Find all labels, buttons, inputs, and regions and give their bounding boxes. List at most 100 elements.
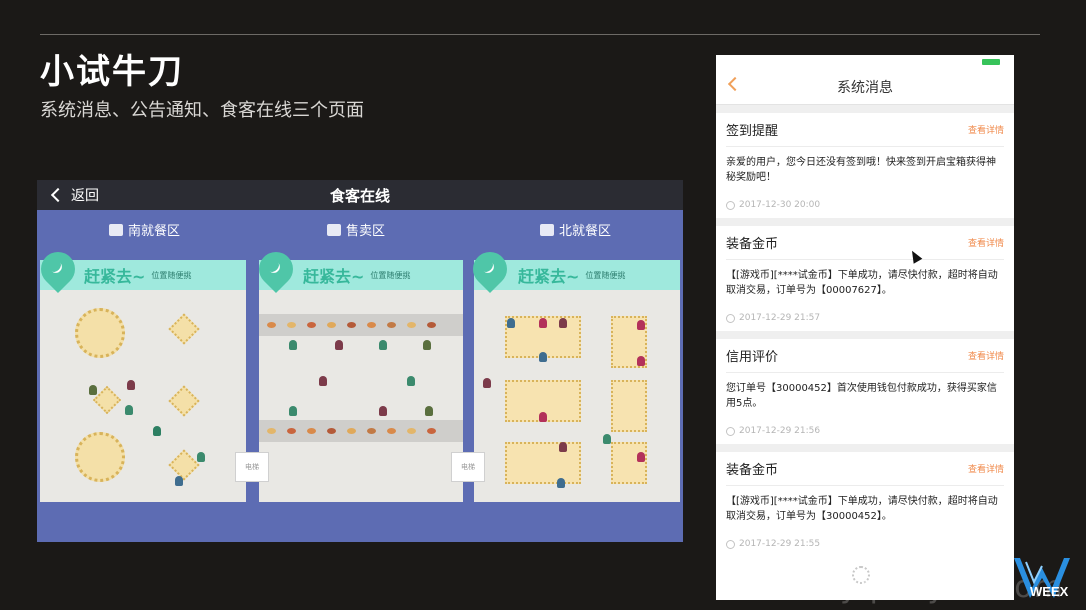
dish — [287, 428, 296, 434]
diner — [539, 412, 547, 422]
clock-icon — [726, 200, 735, 210]
zone-label-south[interactable]: 南就餐区 — [109, 220, 180, 239]
elevator: 电梯 — [235, 452, 269, 482]
message-body: 您订单号【30000452】首次使用钱包付款成功，获得买家信用5点。 — [726, 383, 997, 409]
customer — [319, 376, 327, 386]
customer — [335, 340, 343, 350]
dish — [427, 322, 436, 328]
message-card[interactable]: 装备金币 查看详情 【[游戏币][****试金币】下单成功，请尽快付款，超时将自… — [716, 218, 1014, 331]
clock-icon — [726, 313, 735, 323]
customer — [289, 406, 297, 416]
message-card[interactable]: 装备金币 查看详情 【[游戏币][****试金币】下单成功，请尽快付款，超时将自… — [716, 444, 1014, 557]
message-time: 2017-12-30 20:00 — [726, 200, 820, 210]
message-title: 签到提醒 — [726, 124, 779, 139]
counter-icon — [327, 223, 341, 236]
slide-subtitle: 系统消息、公告通知、食客在线三个页面 — [40, 100, 364, 121]
dish — [347, 322, 356, 328]
dish — [367, 428, 376, 434]
message-body: 亲爱的用户，您今日还没有签到哦！快来签到开启宝箱获得神秘奖励吧！ — [726, 157, 996, 183]
dish — [267, 322, 276, 328]
long-table[interactable] — [611, 380, 647, 432]
diner — [603, 434, 611, 444]
view-details-link[interactable]: 查看详情 — [968, 236, 1004, 249]
diner — [539, 352, 547, 362]
diner — [539, 318, 547, 328]
banner-note: 位置随便挑 — [585, 270, 626, 280]
dish — [367, 322, 376, 328]
zone-label-sales[interactable]: 售卖区 — [327, 220, 385, 239]
banner-headline: 赶紧去~ — [303, 267, 365, 286]
banner-headline: 赶紧去~ — [518, 267, 580, 286]
dining-app-screenshot: 返回 食客在线 南就餐区 售卖区 北就餐区 赶紧去~ 位置随便挑 赶紧去~ 位置… — [37, 180, 683, 542]
dish — [407, 322, 416, 328]
dining-area-icon — [540, 223, 554, 236]
message-time: 2017-12-29 21:55 — [726, 539, 820, 549]
view-details-link[interactable]: 查看详情 — [968, 462, 1004, 475]
long-table[interactable] — [505, 442, 581, 484]
dish — [327, 322, 336, 328]
banner-headline: 赶紧去~ — [84, 267, 146, 286]
dish — [307, 428, 316, 434]
message-time: 2017-12-29 21:57 — [726, 313, 820, 323]
round-table[interactable] — [75, 308, 125, 358]
dish — [307, 322, 316, 328]
dining-area-icon — [109, 223, 123, 236]
customer — [379, 340, 387, 350]
phone-title: 系统消息 — [837, 80, 893, 96]
dish — [407, 428, 416, 434]
round-table[interactable] — [75, 432, 125, 482]
zone-label-north[interactable]: 北就餐区 — [540, 220, 611, 239]
view-details-link[interactable]: 查看详情 — [968, 123, 1004, 136]
message-body: 【[游戏币][****试金币】下单成功，请尽快付款，超时将自动取消交易，订单号为… — [726, 496, 998, 522]
clock-icon — [726, 426, 735, 436]
diner — [507, 318, 515, 328]
message-header: 装备金币 查看详情 — [726, 226, 1004, 260]
message-time: 2017-12-29 21:56 — [726, 426, 820, 436]
message-title: 装备金币 — [726, 463, 779, 478]
diner — [127, 380, 135, 390]
dish — [387, 322, 396, 328]
elevator: 电梯 — [451, 452, 485, 482]
dish — [267, 428, 276, 434]
battery-icon — [982, 59, 1000, 65]
slide-title: 小试牛刀 — [40, 52, 184, 92]
customer — [423, 340, 431, 350]
clock-icon — [726, 539, 735, 549]
message-header: 装备金币 查看详情 — [726, 452, 1004, 486]
diner — [125, 405, 133, 415]
diner — [89, 385, 97, 395]
view-details-link[interactable]: 查看详情 — [968, 349, 1004, 362]
diner — [637, 356, 645, 366]
zone-labels: 南就餐区 售卖区 北就餐区 — [37, 220, 683, 240]
top-divider — [40, 34, 1040, 35]
message-title: 信用评价 — [726, 350, 779, 365]
status-bar — [716, 55, 1014, 69]
dish — [427, 428, 436, 434]
long-table[interactable] — [611, 442, 647, 484]
diner — [153, 426, 161, 436]
phone-navbar: 系统消息 — [716, 69, 1014, 105]
diner — [559, 318, 567, 328]
banner-note: 位置随便挑 — [151, 270, 192, 280]
message-header: 签到提醒 查看详情 — [726, 113, 1004, 147]
dish — [287, 322, 296, 328]
customer — [289, 340, 297, 350]
dish — [327, 428, 336, 434]
phone-screenshot: 系统消息 签到提醒 查看详情 亲爱的用户，您今日还没有签到哦！快来签到开启宝箱获… — [716, 55, 1014, 600]
app-navbar: 返回 食客在线 — [37, 180, 683, 210]
message-card[interactable]: 信用评价 查看详情 您订单号【30000452】首次使用钱包付款成功，获得买家信… — [716, 331, 1014, 444]
floor-south[interactable] — [40, 260, 246, 502]
customer — [379, 406, 387, 416]
brand-text: WEEX — [1030, 584, 1069, 599]
app-title: 食客在线 — [329, 187, 390, 205]
floor-sales[interactable] — [259, 260, 463, 502]
message-body: 【[游戏币][****试金币】下单成功，请尽快付款，超时将自动取消交易，订单号为… — [726, 270, 998, 296]
diner — [175, 476, 183, 486]
dish — [387, 428, 396, 434]
diner — [557, 478, 565, 488]
diner — [637, 320, 645, 330]
message-card[interactable]: 签到提醒 查看详情 亲爱的用户，您今日还没有签到哦！快来签到开启宝箱获得神秘奖励… — [716, 105, 1014, 218]
message-list: 签到提醒 查看详情 亲爱的用户，您今日还没有签到哦！快来签到开启宝箱获得神秘奖励… — [716, 105, 1014, 557]
diner — [559, 442, 567, 452]
dish — [347, 428, 356, 434]
